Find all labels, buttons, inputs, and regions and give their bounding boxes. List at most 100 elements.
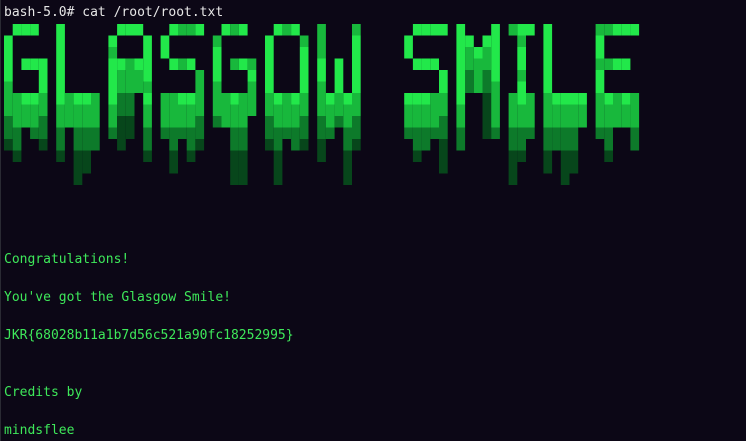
banner-glyph-pixel — [143, 70, 152, 82]
banner-drip-pixel — [439, 127, 448, 139]
banner-glyph-pixel — [117, 58, 126, 70]
banner-drip-pixel — [482, 116, 492, 128]
banner-drip-pixel — [273, 150, 283, 162]
banner-drip-pixel — [465, 81, 474, 93]
banner-drip-pixel — [169, 104, 178, 116]
banner-drip-pixel — [195, 104, 205, 116]
banner-drip-pixel — [4, 116, 13, 128]
banner-drip-pixel — [412, 104, 422, 116]
banner-drip-pixel — [630, 127, 640, 139]
banner-glyph-pixel — [613, 58, 622, 70]
banner-glyph-pixel — [134, 58, 144, 70]
banner-drip-pixel — [569, 104, 579, 116]
banner-drip-pixel — [186, 104, 196, 116]
banner-drip-pixel — [273, 104, 283, 116]
banner-drip-pixel — [543, 139, 553, 151]
banner-drip-pixel — [108, 116, 118, 128]
banner-drip-pixel — [230, 173, 239, 185]
banner-drip-pixel — [38, 139, 48, 151]
banner-glyph-pixel — [91, 93, 100, 105]
banner-drip-pixel — [317, 139, 326, 151]
banner-drip-pixel — [186, 127, 196, 139]
banner-glyph-pixel — [82, 93, 91, 105]
terminal-window[interactable]: bash-5.0# cat /root/root.txt Congratulat… — [0, 0, 746, 441]
banner-glyph-pixel — [430, 24, 439, 36]
banner-drip-pixel — [299, 139, 309, 151]
banner-drip-pixel — [291, 104, 300, 116]
banner-glyph-pixel — [160, 35, 170, 47]
banner-drip-pixel — [56, 139, 65, 151]
banner-drip-pixel — [230, 150, 239, 162]
banner-glyph-pixel — [595, 81, 605, 93]
banner-glyph-pixel — [212, 58, 222, 70]
banner-drip-pixel — [91, 116, 100, 128]
banner-glyph-pixel — [273, 24, 283, 36]
banner-drip-pixel — [12, 150, 22, 162]
banner-glyph-pixel — [230, 24, 239, 36]
credits-label: Credits by — [4, 385, 83, 400]
banner-drip-pixel — [560, 150, 570, 162]
banner-glyph-pixel — [4, 58, 13, 70]
banner-drip-pixel — [169, 162, 178, 174]
banner-glyph-pixel — [108, 47, 118, 59]
banner-glyph-pixel — [186, 24, 196, 36]
banner-drip-pixel — [230, 104, 239, 116]
banner-drip-pixel — [482, 127, 492, 139]
banner-drip-pixel — [343, 116, 352, 128]
banner-glyph-pixel — [38, 70, 48, 82]
banner-glyph-pixel — [352, 47, 361, 59]
banner-drip-pixel — [317, 150, 326, 162]
banner-drip-pixel — [508, 150, 518, 162]
banner-glyph-pixel — [56, 81, 65, 93]
banner-drip-pixel — [56, 116, 65, 128]
banner-glyph-pixel — [412, 93, 422, 105]
banner-drip-pixel — [334, 116, 344, 128]
banner-glyph-pixel — [421, 93, 431, 105]
banner-glyph-pixel — [169, 58, 178, 70]
banner-drip-pixel — [560, 104, 570, 116]
banner-drip-pixel — [73, 173, 83, 185]
banner-drip-pixel — [82, 150, 91, 162]
banner-drip-pixel — [38, 104, 48, 116]
banner-glyph-pixel — [186, 93, 196, 105]
banner-glyph-pixel — [143, 47, 152, 59]
banner-drip-pixel — [412, 127, 422, 139]
banner-glyph-pixel — [212, 35, 222, 47]
banner-drip-pixel — [238, 139, 248, 151]
banner-drip-pixel — [73, 150, 83, 162]
banner-drip-pixel — [439, 104, 448, 116]
banner-glyph-pixel — [56, 93, 65, 105]
banner-drip-pixel — [465, 70, 474, 82]
banner-glyph-pixel — [160, 47, 170, 59]
banner-glyph-pixel — [517, 70, 526, 82]
banner-drip-pixel — [482, 58, 492, 70]
banner-glyph-pixel — [212, 47, 222, 59]
banner-drip-pixel — [421, 116, 431, 128]
banner-glyph-pixel — [552, 93, 561, 105]
banner-drip-pixel — [404, 104, 413, 116]
banner-drip-pixel — [439, 162, 448, 174]
author-name: mindsflee — [4, 423, 75, 438]
banner-drip-pixel — [273, 127, 283, 139]
banner-glyph-pixel — [630, 93, 640, 105]
banner-drip-pixel — [560, 139, 570, 151]
banner-drip-pixel — [73, 162, 83, 174]
banner-drip-pixel — [238, 150, 248, 162]
banner-glyph-pixel — [143, 35, 152, 47]
banner-glyph-pixel — [238, 58, 248, 70]
banner-drip-pixel — [604, 116, 613, 128]
banner-glyph-pixel — [491, 24, 500, 36]
banner-glyph-pixel — [195, 24, 205, 36]
banner-drip-pixel — [569, 127, 579, 139]
banner-glyph-pixel — [456, 35, 466, 47]
banner-glyph-pixel — [343, 93, 352, 105]
banner-glyph-pixel — [621, 93, 631, 105]
banner-drip-pixel — [569, 162, 579, 174]
banner-drip-pixel — [343, 127, 352, 139]
banner-drip-pixel — [56, 150, 65, 162]
banner-glyph-pixel — [282, 93, 292, 105]
banner-drip-pixel — [125, 70, 135, 82]
banner-drip-pixel — [12, 104, 22, 116]
banner-glyph-pixel — [508, 24, 518, 36]
banner-glyph-pixel — [4, 35, 13, 47]
